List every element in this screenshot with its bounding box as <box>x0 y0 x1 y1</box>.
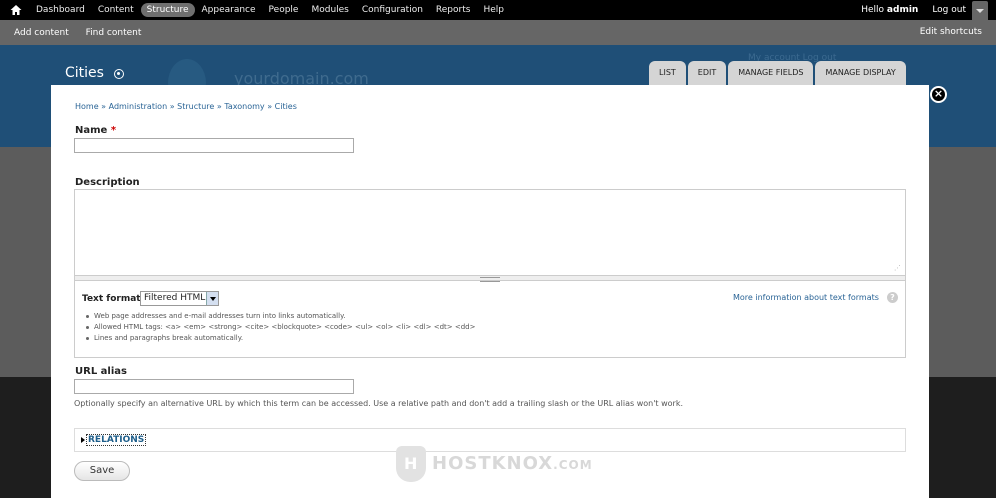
text-format-value: Filtered HTML <box>144 293 206 303</box>
overlay-dialog: Home » Administration » Structure » Taxo… <box>51 85 929 498</box>
shortcut-add-icon[interactable] <box>114 69 124 79</box>
help-icon[interactable]: ? <box>887 292 898 303</box>
watermark-logo <box>396 446 426 482</box>
close-icon[interactable]: × <box>930 86 947 103</box>
menu-item-configuration[interactable]: Configuration <box>356 3 429 17</box>
primary-tabs: List Edit Manage fields Manage display <box>649 61 908 85</box>
required-marker: * <box>110 125 117 136</box>
page-title: Cities <box>65 65 104 81</box>
menu-item-modules[interactable]: Modules <box>305 3 354 17</box>
menu-item-people[interactable]: People <box>263 3 305 17</box>
greeting: Hello admin <box>861 5 919 15</box>
url-alias-input[interactable] <box>74 379 354 394</box>
description-label: Description <box>75 177 140 188</box>
edit-shortcuts-link[interactable]: Edit shortcuts <box>920 27 982 37</box>
resize-handle-icon[interactable]: ⋰ <box>894 264 902 272</box>
menu-item-content[interactable]: Content <box>92 3 140 17</box>
menu-item-help[interactable]: Help <box>477 3 510 17</box>
admin-toolbar: Dashboard Content Structure Appearance P… <box>0 0 996 20</box>
text-format-tips: Web page addresses and e-mail addresses … <box>85 311 475 344</box>
list-item: Lines and paragraphs break automatically… <box>85 333 475 344</box>
shortcuts-bar: Add content Find content Edit shortcuts <box>0 20 996 45</box>
username[interactable]: admin <box>887 5 918 15</box>
shortcut-add-content[interactable]: Add content <box>14 28 69 38</box>
text-format-select[interactable]: Filtered HTML <box>140 291 219 306</box>
tab-edit[interactable]: Edit <box>687 61 727 85</box>
shortcut-find-content[interactable]: Find content <box>86 28 142 38</box>
url-alias-label: URL alias <box>75 366 127 377</box>
user-area: Hello admin Log out <box>861 0 966 20</box>
text-format-help-link[interactable]: More information about text formats <box>733 293 879 302</box>
triangle-right-icon[interactable] <box>81 437 85 443</box>
menu-item-appearance[interactable]: Appearance <box>196 3 262 17</box>
description-textarea[interactable] <box>74 189 906 275</box>
menu-item-reports[interactable]: Reports <box>430 3 477 17</box>
tab-manage-fields[interactable]: Manage fields <box>728 61 814 85</box>
list-item: Allowed HTML tags: <a> <em> <strong> <ci… <box>85 322 475 333</box>
name-input[interactable] <box>74 138 354 153</box>
home-icon[interactable] <box>9 3 23 17</box>
text-format-label: Text format <box>82 294 141 304</box>
url-alias-description: Optionally specify an alternative URL by… <box>74 399 684 408</box>
name-label: Name * <box>75 125 117 136</box>
menu-item-dashboard[interactable]: Dashboard <box>30 3 91 17</box>
save-button[interactable]: Save <box>74 461 130 481</box>
breadcrumb[interactable]: Home » Administration » Structure » Taxo… <box>75 102 297 111</box>
watermark: HOSTKNOX.COM <box>396 446 593 482</box>
logout-link[interactable]: Log out <box>932 5 966 15</box>
admin-menu: Dashboard Content Structure Appearance P… <box>30 0 511 20</box>
relations-toggle[interactable]: RELATIONS <box>86 434 147 446</box>
tab-list[interactable]: List <box>649 61 686 85</box>
menu-item-structure[interactable]: Structure <box>140 3 195 17</box>
shortcuts-toggle-button[interactable] <box>972 1 988 20</box>
text-format-wrapper: Text format Filtered HTML More informati… <box>74 281 906 358</box>
chevron-down-icon[interactable] <box>206 292 218 305</box>
list-item: Web page addresses and e-mail addresses … <box>85 311 475 322</box>
tab-manage-display[interactable]: Manage display <box>815 61 906 85</box>
